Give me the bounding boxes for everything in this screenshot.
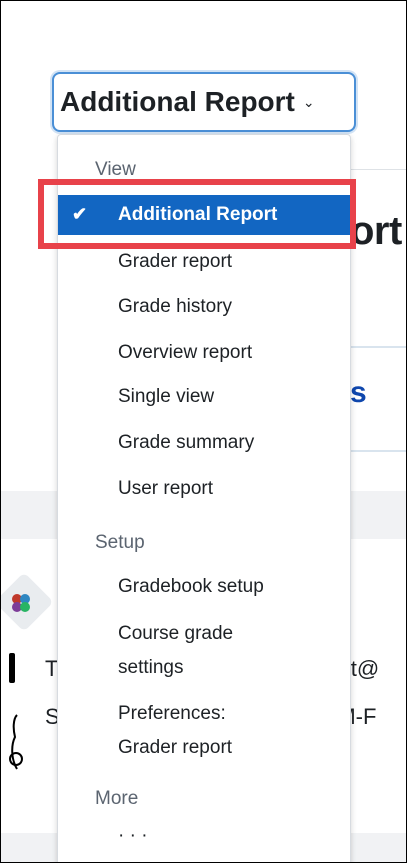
menu-header-more: More [95,788,139,809]
menu-item-user-report[interactable]: User report [58,469,350,509]
menu-item-label: Course grade settings [118,623,234,678]
page-divider [349,169,406,170]
menu-item-more-truncated[interactable]: · · · [118,825,148,847]
menu-item-label: Additional Report [118,204,278,225]
menu-item-label: Single view [118,386,215,407]
menu-item-single-view[interactable]: Single view [58,377,350,417]
page-tab-label: s [350,376,367,409]
report-select[interactable]: Additional Report ⌄ [52,72,356,132]
menu-item-label: Grade summary [118,432,255,453]
menu-item-grade-history[interactable]: Grade history [58,287,350,327]
bullet-mark [9,653,15,683]
menu-item-label: User report [118,478,214,499]
logo-dots-icon [12,594,30,612]
report-select-value: Additional Report [60,86,295,117]
menu-item-overview-report[interactable]: Overview report [58,333,350,373]
screen-frame: ort s T S port@ 4 M-F Additional Report … [0,0,407,863]
chevron-down-icon: ⌄ [302,93,315,110]
menu-item-label: Overview report [118,342,253,363]
report-menu: View ✔ Additional Report Grader report G… [57,134,351,862]
menu-item-label: Grade history [118,296,233,317]
menu-item-additional-report[interactable]: ✔ Additional Report [58,195,350,235]
menu-item-grade-summary[interactable]: Grade summary [58,423,350,463]
phone-outline-icon [9,714,23,770]
page-title: ort [350,209,402,253]
menu-item-label: Grader report [118,251,233,272]
menu-item-label: Preferences: Grader report [118,703,233,758]
menu-item-label: Gradebook setup [118,576,264,597]
menu-item-gradebook-setup[interactable]: Gradebook setup [58,567,350,607]
menu-item-course-grade-settings[interactable]: Course grade settings [58,617,350,683]
menu-item-grader-report[interactable]: Grader report [58,242,350,282]
menu-header-view: View [95,159,136,180]
menu-header-setup: Setup [95,532,145,553]
check-icon: ✔ [72,204,88,224]
menu-item-preferences-grader-report[interactable]: Preferences: Grader report [58,697,350,763]
